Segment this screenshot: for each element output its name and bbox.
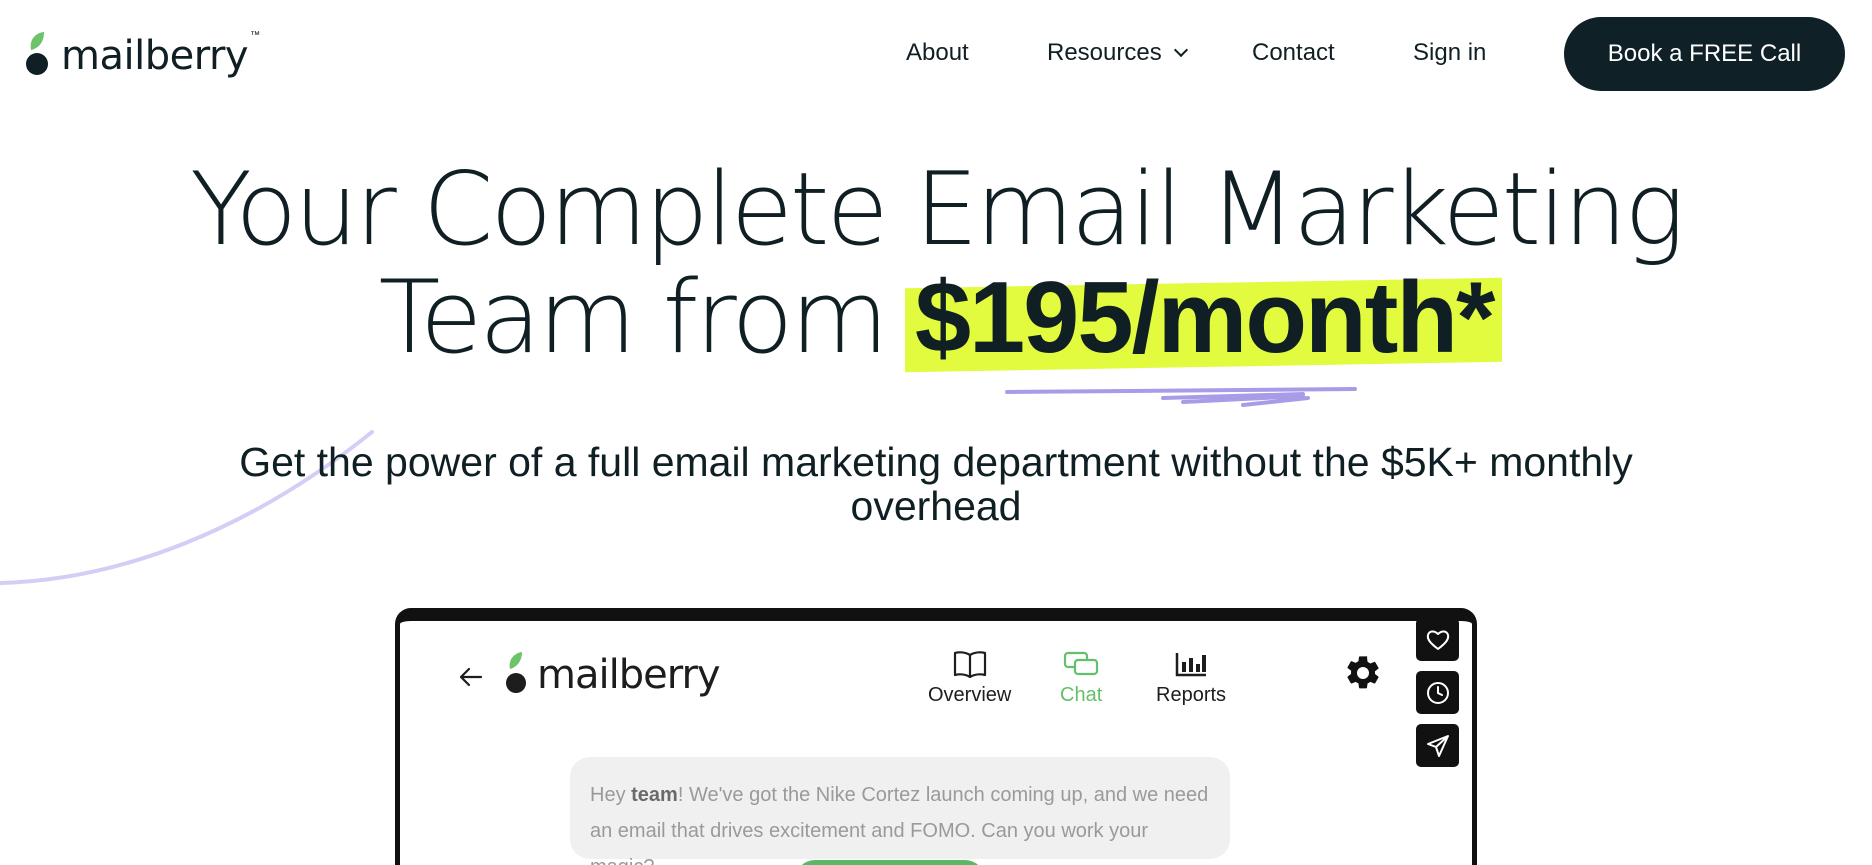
- app-brand-name: mailberry: [537, 652, 721, 698]
- hero-subtitle: Get the power of a full email marketing …: [239, 439, 1633, 529]
- bar-chart-icon: [1156, 648, 1226, 680]
- heart-button[interactable]: [1416, 618, 1459, 661]
- message-text-rest: ! We've got the Nike Cortez launch comin…: [590, 784, 1209, 865]
- scribble-underline: [1005, 387, 1357, 407]
- heart-icon: [1426, 630, 1449, 650]
- chat-action-button[interactable]: [795, 860, 985, 865]
- nav-about[interactable]: About: [906, 38, 969, 68]
- tab-chat[interactable]: Chat: [1060, 648, 1102, 707]
- brand-logo[interactable]: mailberry ™: [25, 26, 260, 78]
- send-button[interactable]: [1416, 724, 1459, 767]
- chevron-down-icon: [1173, 42, 1188, 58]
- hero-price-highlight: $195/month*: [914, 262, 1496, 374]
- hero-title-prefix: Team from: [378, 258, 915, 376]
- nav-contact[interactable]: Contact: [1252, 38, 1335, 68]
- message-text-start: Hey: [590, 784, 632, 806]
- gear-icon[interactable]: [1343, 653, 1383, 693]
- tab-reports[interactable]: Reports: [1156, 648, 1226, 707]
- send-icon: [1426, 734, 1449, 757]
- trademark-mark: ™: [250, 30, 261, 41]
- berry-logo-icon: [505, 651, 527, 695]
- clock-icon: [1426, 681, 1449, 704]
- app-brand-logo: mailberry: [505, 651, 721, 698]
- nav-resources[interactable]: Resources: [1047, 38, 1188, 68]
- berry-logo-icon: [25, 30, 51, 78]
- brand-name: mailberry: [61, 33, 249, 79]
- tab-reports-label: Reports: [1156, 684, 1227, 706]
- nav-resources-label: Resources: [1047, 39, 1162, 66]
- tab-overview-label: Overview: [928, 684, 1012, 706]
- hero-title-line-1: Your Complete Email Marketing: [190, 150, 1685, 268]
- back-arrow-icon[interactable]: [456, 662, 486, 692]
- message-mention: team: [631, 784, 678, 806]
- tab-overview[interactable]: Overview: [928, 648, 1011, 707]
- clock-button[interactable]: [1416, 671, 1459, 714]
- nav-sign-in[interactable]: Sign in: [1413, 38, 1486, 68]
- book-free-call-button[interactable]: Book a FREE Call: [1564, 17, 1845, 91]
- chat-icon: [1060, 648, 1102, 680]
- tab-chat-label: Chat: [1060, 684, 1103, 706]
- book-icon: [928, 648, 1011, 680]
- hero-title-line-2: Team from $195/month*: [0, 262, 1872, 373]
- chat-message-bubble: Hey team! We've got the Nike Cortez laun…: [570, 757, 1230, 865]
